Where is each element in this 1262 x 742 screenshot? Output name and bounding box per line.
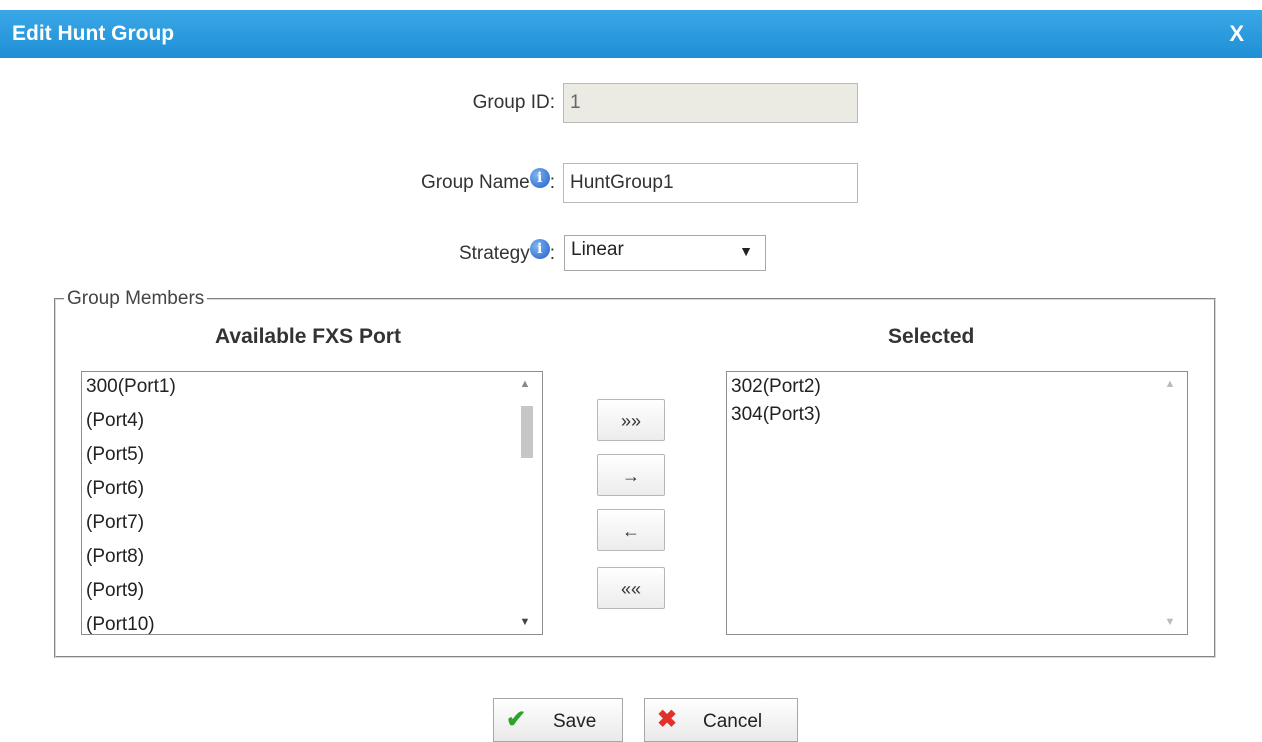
available-ports-title: Available FXS Port	[215, 325, 401, 348]
available-ports-list[interactable]: 300(Port1) (Port4) (Port5) (Port6) (Port…	[81, 371, 543, 635]
save-button[interactable]: ✔ Save	[493, 698, 623, 742]
group-name-label: Group Name i:	[330, 168, 555, 194]
remove-button[interactable]: ←	[597, 509, 665, 551]
available-scrollbar[interactable]: ▲ ▼	[508, 372, 542, 634]
scrollbar-thumb[interactable]	[521, 406, 533, 458]
info-icon[interactable]: i	[529, 239, 550, 259]
group-id-input[interactable]	[563, 83, 858, 123]
cancel-button[interactable]: ✖ Cancel	[644, 698, 798, 742]
strategy-select[interactable]: Linear ▼	[564, 235, 766, 271]
strategy-selected-value: Linear	[571, 239, 624, 260]
selected-ports-title: Selected	[888, 325, 975, 348]
list-item[interactable]: (Port9)	[82, 578, 542, 612]
save-button-label: Save	[553, 711, 597, 732]
scroll-down-icon[interactable]: ▼	[508, 616, 542, 628]
strategy-label-text: Strategy	[458, 243, 530, 264]
dialog-titlebar: Edit Hunt Group X	[0, 10, 1262, 58]
group-name-input[interactable]	[563, 163, 858, 203]
list-item[interactable]: (Port4)	[82, 408, 542, 442]
list-item[interactable]: 302(Port2)	[727, 374, 1187, 408]
scroll-down-icon[interactable]: ▼	[1153, 616, 1187, 628]
group-id-label-text: Group ID:	[472, 92, 555, 113]
group-id-label: Group ID:	[380, 92, 555, 114]
add-button[interactable]: →	[597, 454, 665, 496]
dropdown-arrow-icon: ▼	[739, 243, 753, 259]
strategy-label: Strategy i:	[330, 239, 555, 265]
cross-icon: ✖	[657, 706, 678, 733]
edit-hunt-group-dialog: Edit Hunt Group X Group ID: Group Namei:…	[0, 0, 1262, 742]
checkmark-icon: ✔	[506, 706, 527, 733]
list-item[interactable]: (Port7)	[82, 510, 542, 544]
list-item[interactable]: (Port8)	[82, 544, 542, 578]
list-item[interactable]: 304(Port3)	[727, 405, 1187, 442]
info-icon[interactable]: i	[529, 168, 550, 188]
close-icon[interactable]: X	[1229, 21, 1244, 47]
selected-scrollbar[interactable]: ▲ ▼	[1153, 372, 1187, 634]
scroll-up-icon[interactable]: ▲	[1153, 378, 1187, 390]
cancel-button-label: Cancel	[703, 711, 763, 732]
strategy-colon: :	[549, 243, 555, 264]
group-name-colon: :	[549, 172, 555, 193]
group-name-label-text: Group Name	[420, 172, 530, 193]
selected-items: 302(Port2) 304(Port3)	[727, 372, 1187, 442]
list-item[interactable]: (Port5)	[82, 442, 542, 476]
list-item[interactable]: (Port6)	[82, 476, 542, 510]
add-all-button[interactable]: »»	[597, 399, 665, 441]
remove-all-button[interactable]: ««	[597, 567, 665, 609]
dialog-title: Edit Hunt Group	[12, 22, 175, 45]
available-items: 300(Port1) (Port4) (Port5) (Port6) (Port…	[82, 372, 542, 634]
selected-ports-list[interactable]: 302(Port2) 304(Port3) ▲ ▼	[726, 371, 1188, 635]
list-item[interactable]: (Port10)	[82, 612, 542, 634]
group-members-legend: Group Members	[67, 288, 205, 309]
scroll-up-icon[interactable]: ▲	[508, 378, 542, 390]
list-item[interactable]: 300(Port1)	[82, 374, 542, 408]
